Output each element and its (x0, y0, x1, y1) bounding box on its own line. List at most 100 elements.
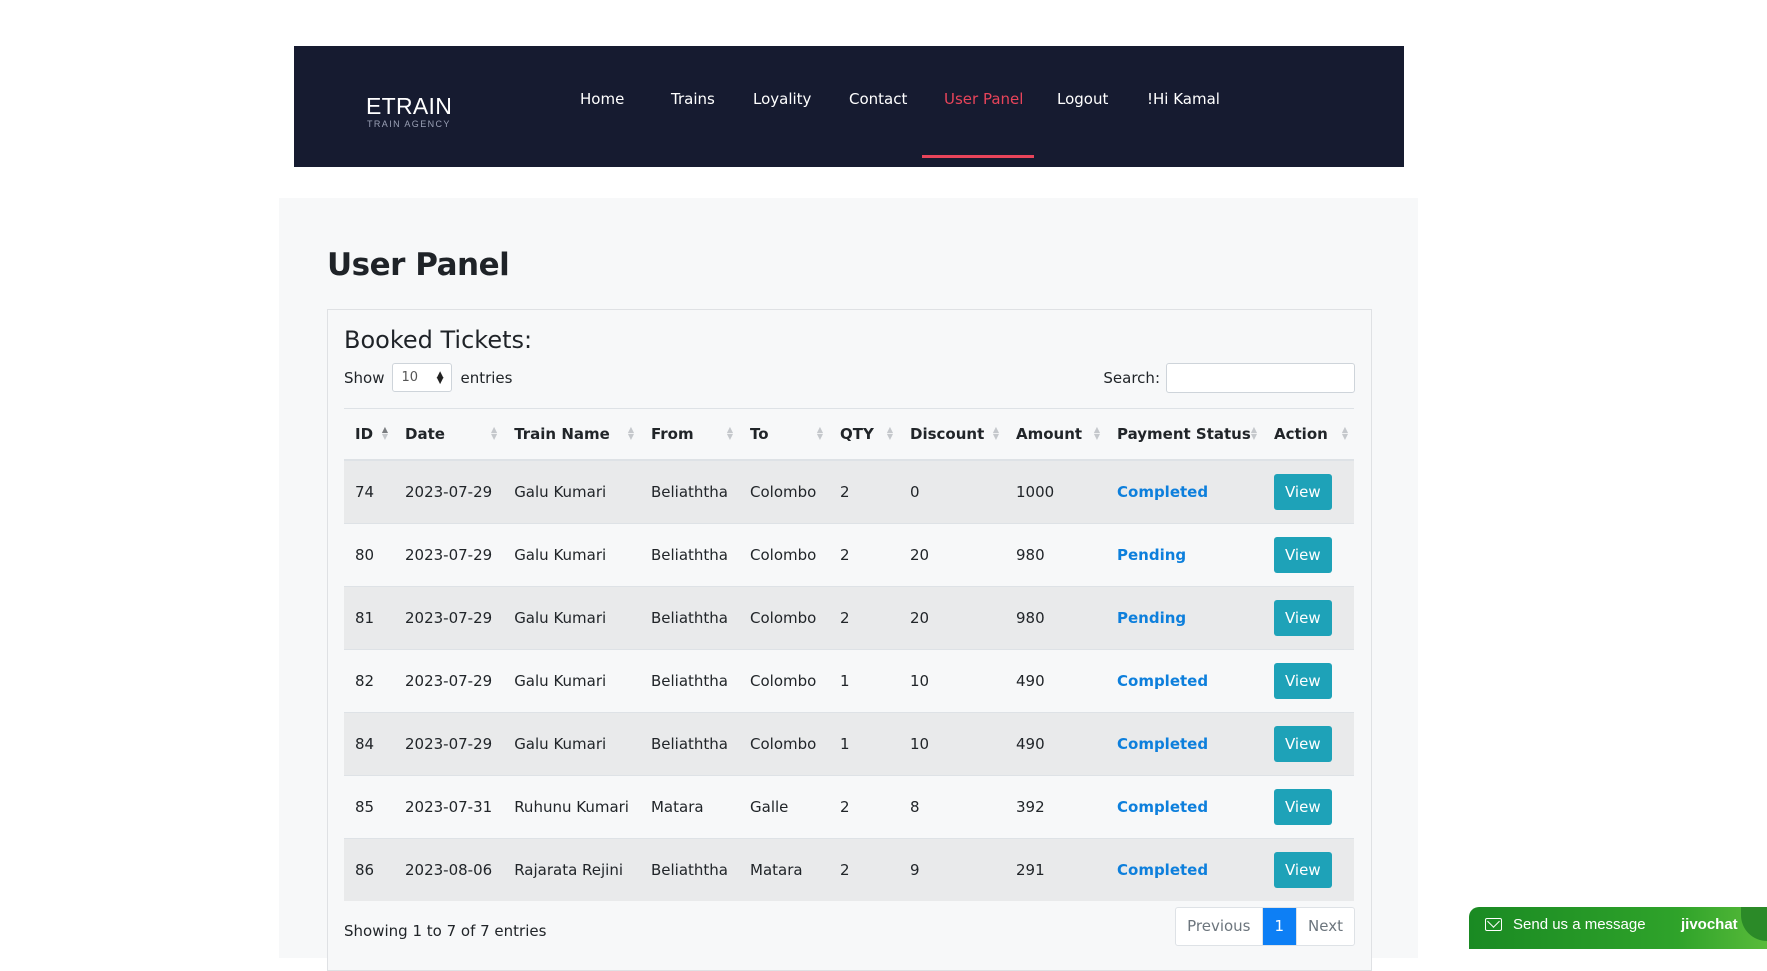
col-header-discount[interactable]: Discount ▲ ▼ (899, 408, 1005, 461)
nav-loyality[interactable]: Loyality (753, 90, 811, 108)
search-input[interactable] (1166, 363, 1355, 393)
payment-status-link[interactable]: Pending (1117, 546, 1186, 564)
view-button[interactable]: View (1274, 726, 1332, 762)
view-button[interactable]: View (1274, 474, 1332, 510)
nav-logout[interactable]: Logout (1057, 90, 1108, 108)
entries-label: entries (460, 368, 513, 387)
payment-status-link[interactable]: Completed (1117, 483, 1208, 501)
cell-from: Beliaththa (639, 586, 739, 650)
cell-train-name: Ruhunu Kumari (503, 775, 640, 839)
cell-payment-status: Completed (1106, 775, 1263, 839)
cell-date: 2023-08-06 (394, 838, 504, 901)
cell-amount: 980 (1005, 523, 1106, 587)
tickets-table: ID ▲ ▼ Date ▲ ▼ Train Name ▲ ▼ From ▲ ▼ To ▲ ▼ QTY… (344, 408, 1354, 901)
col-header-id[interactable]: ID ▲ ▼ (344, 408, 394, 461)
cell-date: 2023-07-29 (394, 459, 504, 524)
cell-amount: 490 (1005, 712, 1106, 776)
col-header-to[interactable]: To ▲ ▼ (739, 408, 829, 461)
top-navbar: ETRAIN TRAIN AGENCY Home Trains Loyality… (294, 46, 1404, 167)
cell-to: Colombo (739, 712, 829, 776)
col-header-action[interactable]: Action ▲ ▼ (1263, 408, 1354, 461)
cell-qty: 2 (829, 775, 899, 839)
brand-tagline: TRAIN AGENCY (367, 119, 451, 129)
sort-icon: ▲ ▼ (726, 425, 733, 441)
chat-label: Send us a message (1513, 916, 1646, 933)
nav-user-greeting[interactable]: !Hi Kamal (1147, 90, 1220, 108)
cell-discount: 0 (899, 459, 1005, 524)
col-header-payment-status[interactable]: Payment Status ▲ ▼ (1106, 408, 1263, 461)
cell-id: 80 (344, 523, 394, 587)
cell-qty: 2 (829, 523, 899, 587)
active-nav-indicator (922, 155, 1034, 158)
view-button[interactable]: View (1274, 852, 1332, 888)
cell-to: Galle (739, 775, 829, 839)
payment-status-link[interactable]: Completed (1117, 861, 1208, 879)
view-button[interactable]: View (1274, 600, 1332, 636)
table-row: 86 2023-08-06 Rajarata Rejini Beliaththa Mat… (344, 838, 1354, 901)
pagination-previous[interactable]: Previous (1176, 908, 1261, 945)
cell-qty: 1 (829, 712, 899, 776)
cell-payment-status: Pending (1106, 586, 1263, 650)
page-length-select[interactable]: 10 ▲ ▼ (392, 363, 453, 392)
cell-id: 81 (344, 586, 394, 650)
chat-widget[interactable]: Send us a message jivochat (1469, 907, 1767, 949)
nav-user-panel[interactable]: User Panel (944, 90, 1023, 108)
cell-date: 2023-07-29 (394, 712, 504, 776)
select-updown-icon: ▲ ▼ (436, 369, 444, 386)
cell-train-name: Galu Kumari (503, 649, 640, 713)
nav-home[interactable]: Home (580, 90, 624, 108)
col-header-date[interactable]: Date ▲ ▼ (394, 408, 504, 461)
nav-trains[interactable]: Trains (671, 90, 715, 108)
cell-to: Colombo (739, 586, 829, 650)
cell-to: Colombo (739, 649, 829, 713)
cell-payment-status: Completed (1106, 712, 1263, 776)
table-row: 74 2023-07-29 Galu Kumari Beliaththa Colombo… (344, 459, 1354, 524)
sort-icon: ▲ ▼ (491, 425, 498, 441)
cell-action: View (1263, 649, 1354, 713)
payment-status-link[interactable]: Pending (1117, 609, 1186, 627)
brand-logo[interactable]: ETRAIN TRAIN AGENCY (366, 94, 452, 129)
view-button[interactable]: View (1274, 663, 1332, 699)
sort-icon: ▲ ▼ (1250, 425, 1257, 441)
table-row: 84 2023-07-29 Galu Kumari Beliaththa Colombo… (344, 712, 1354, 776)
cell-payment-status: Pending (1106, 523, 1263, 587)
cell-from: Beliaththa (639, 838, 739, 901)
chat-brand: jivochat (1681, 916, 1738, 933)
cell-amount: 490 (1005, 649, 1106, 713)
cell-action: View (1263, 586, 1354, 650)
pagination-page-1[interactable]: 1 (1261, 908, 1297, 945)
table-info: Showing 1 to 7 of 7 entries (344, 922, 547, 940)
cell-date: 2023-07-29 (394, 523, 504, 587)
cell-qty: 2 (829, 838, 899, 901)
cell-train-name: Rajarata Rejini (503, 838, 640, 901)
cell-train-name: Galu Kumari (503, 712, 640, 776)
user-panel-section: User Panel Booked Tickets: Show 10 ▲ ▼ en… (279, 198, 1418, 971)
payment-status-link[interactable]: Completed (1117, 672, 1208, 690)
nav-contact[interactable]: Contact (849, 90, 907, 108)
col-header-train-name[interactable]: Train Name ▲ ▼ (503, 408, 640, 461)
cell-from: Beliaththa (639, 459, 739, 524)
cell-id: 85 (344, 775, 394, 839)
cell-id: 86 (344, 838, 394, 901)
cell-qty: 2 (829, 459, 899, 524)
col-header-from[interactable]: From ▲ ▼ (639, 408, 739, 461)
cell-discount: 20 (899, 586, 1005, 650)
cell-amount: 1000 (1005, 459, 1106, 524)
col-header-qty[interactable]: QTY ▲ ▼ (829, 408, 899, 461)
sort-asc-icon: ▲ ▼ (381, 425, 388, 441)
pagination-next[interactable]: Next (1296, 908, 1354, 945)
view-button[interactable]: View (1274, 789, 1332, 825)
payment-status-link[interactable]: Completed (1117, 798, 1208, 816)
view-button[interactable]: View (1274, 537, 1332, 573)
cell-train-name: Galu Kumari (503, 523, 640, 587)
booked-tickets-card: Booked Tickets: Show 10 ▲ ▼ entries Searc… (327, 309, 1372, 971)
cell-action: View (1263, 775, 1354, 839)
table-row: 85 2023-07-31 Ruhunu Kumari Matara Galle 2 8 39… (344, 775, 1354, 839)
cell-id: 82 (344, 649, 394, 713)
table-row: 81 2023-07-29 Galu Kumari Beliaththa Colombo… (344, 586, 1354, 650)
cell-date: 2023-07-29 (394, 586, 504, 650)
cell-action: View (1263, 523, 1354, 587)
payment-status-link[interactable]: Completed (1117, 735, 1208, 753)
cell-to: Colombo (739, 523, 829, 587)
col-header-amount[interactable]: Amount ▲ ▼ (1005, 408, 1106, 461)
